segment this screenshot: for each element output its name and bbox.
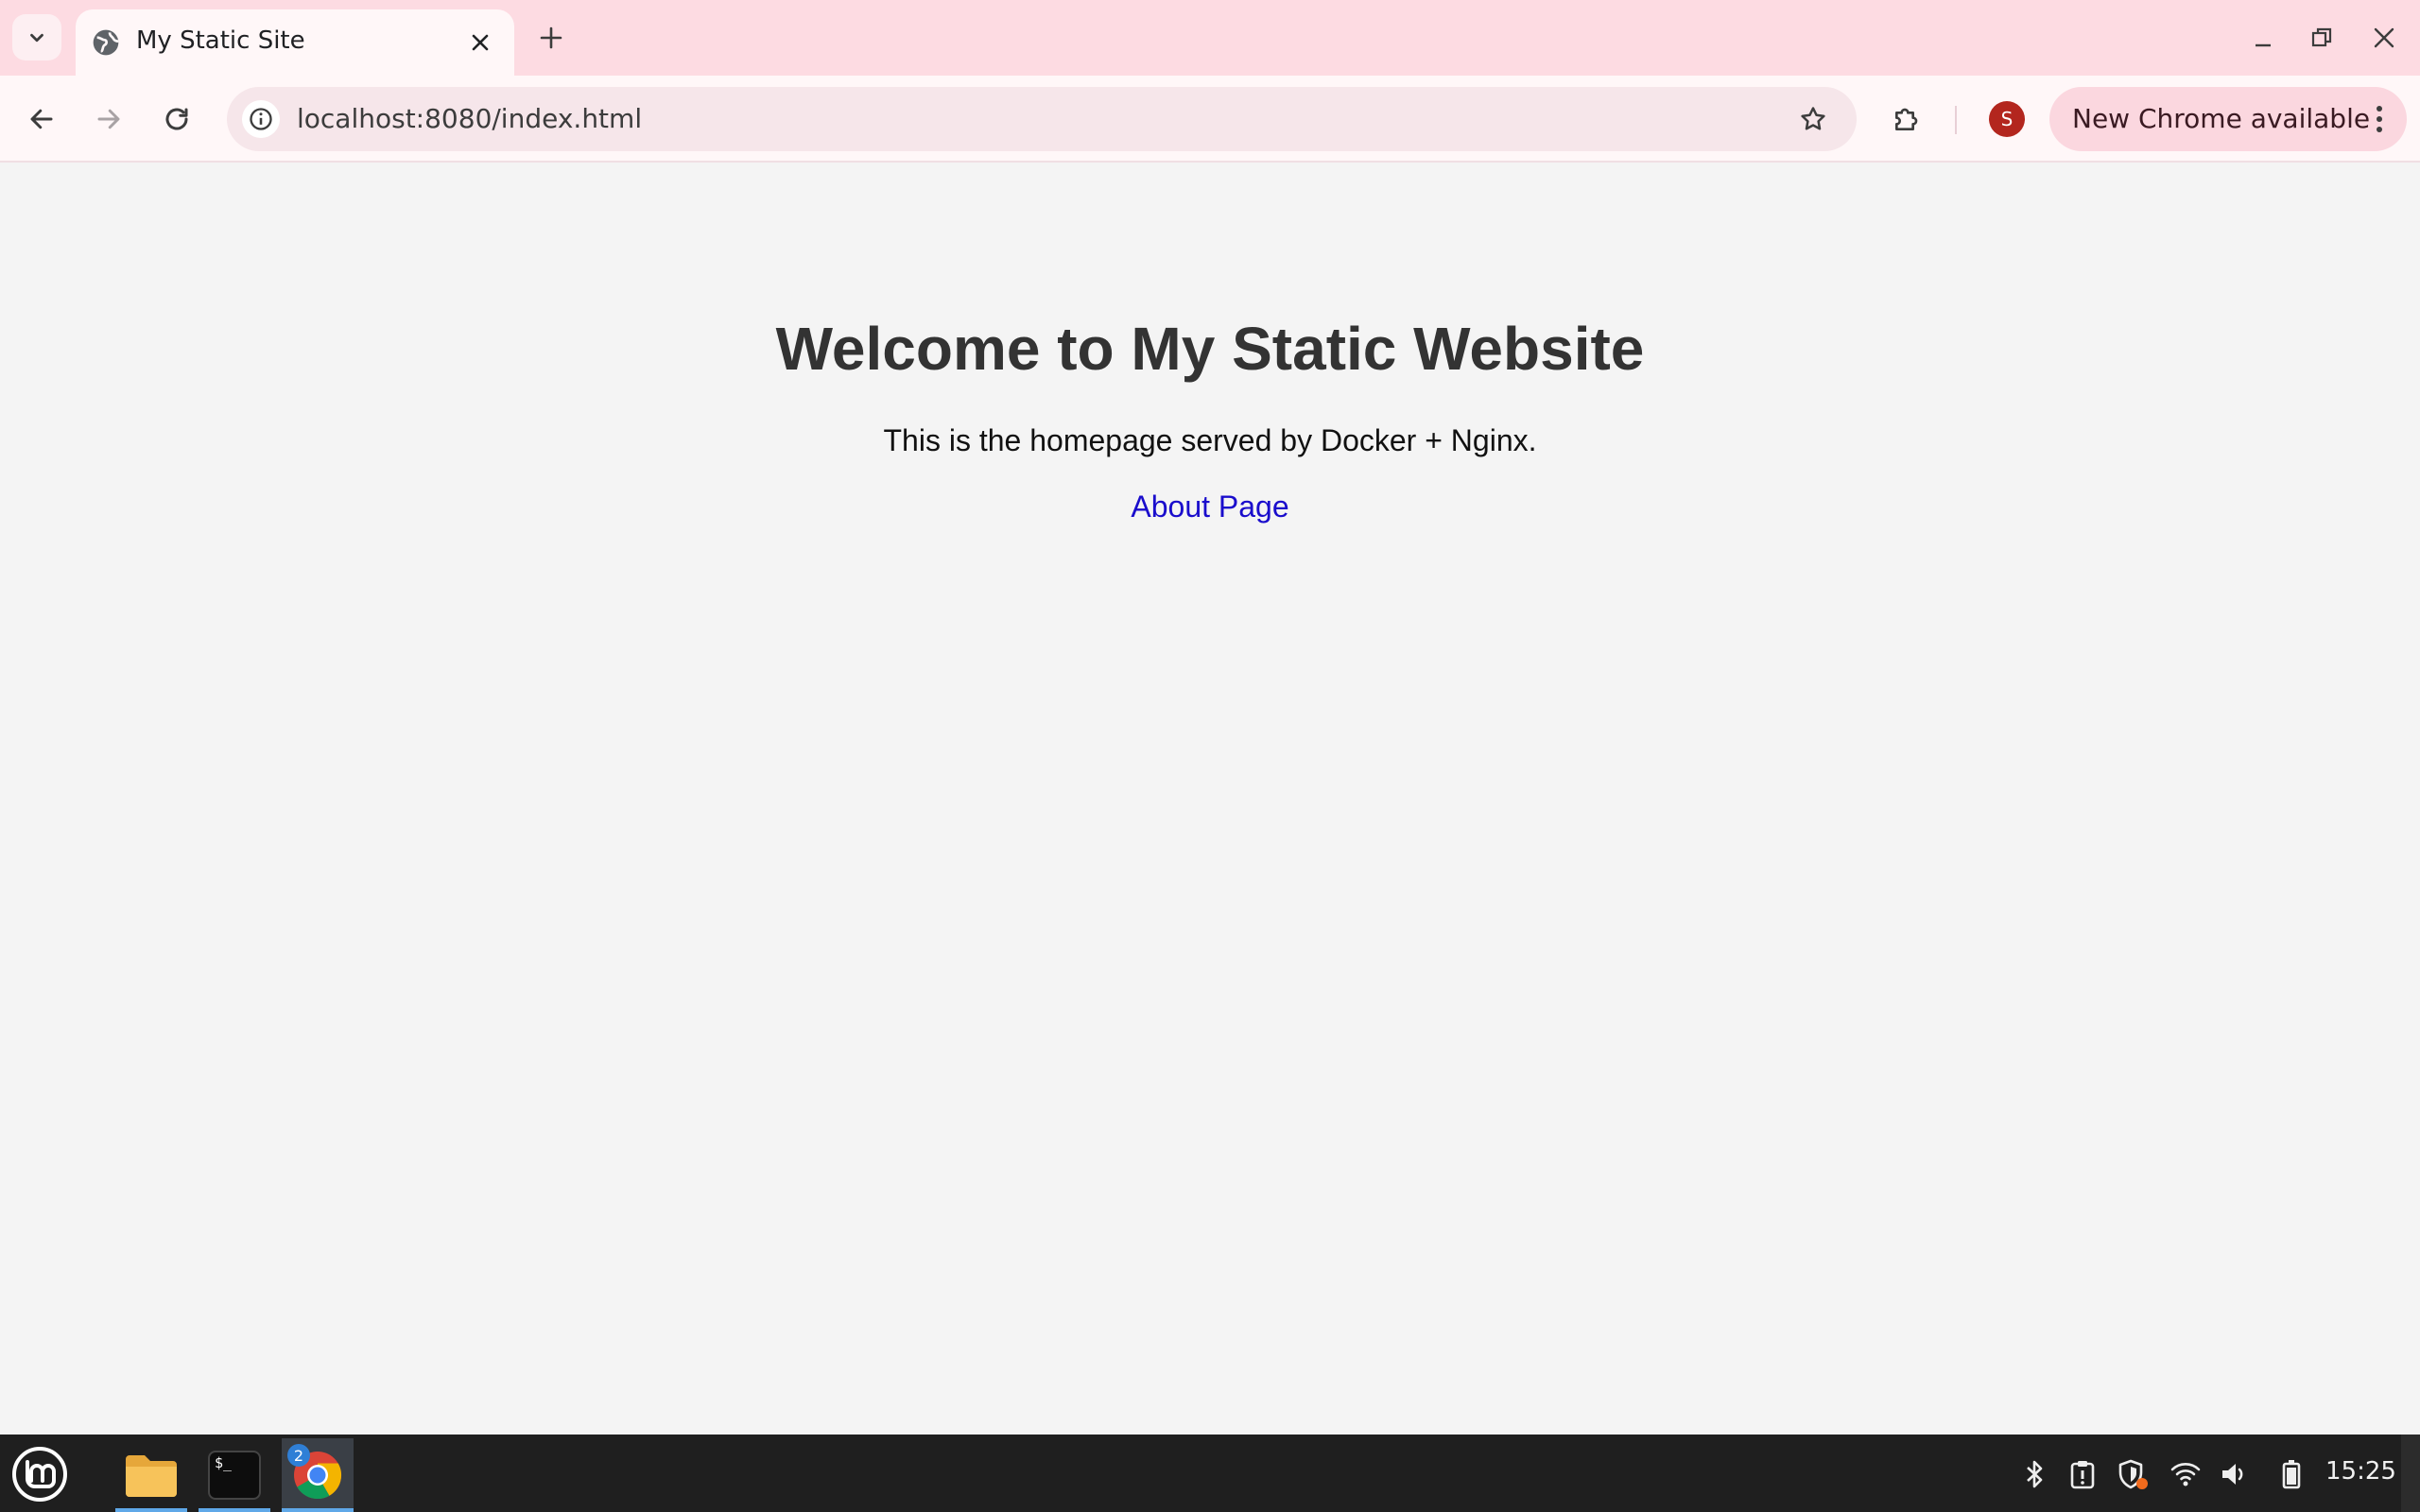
page-heading: Welcome to My Static Website (775, 315, 1645, 383)
arrow-left-icon (30, 109, 53, 129)
active-tab[interactable]: My Static Site (76, 9, 514, 76)
taskbar: $_ 2 15:25 (0, 1435, 2420, 1512)
start-menu-button[interactable] (9, 1444, 70, 1504)
taskbar-files-app[interactable] (115, 1438, 187, 1512)
tray-volume[interactable] (2216, 1455, 2254, 1493)
close-icon (472, 34, 489, 51)
extensions-button[interactable] (1884, 96, 1929, 142)
tab-search-button[interactable] (12, 14, 61, 60)
running-indicator (115, 1508, 187, 1512)
back-button[interactable] (19, 96, 64, 142)
restore-button[interactable] (2301, 17, 2342, 59)
tray-bluetooth[interactable] (2015, 1455, 2053, 1493)
about-page-link[interactable]: About Page (1131, 490, 1288, 524)
tab-strip: My Static Site (0, 0, 2420, 76)
folder-icon (126, 1455, 177, 1497)
tray-update-shield[interactable] (2114, 1455, 2152, 1493)
restore-icon (2311, 27, 2332, 47)
bookmark-button[interactable] (1794, 100, 1832, 138)
profile-avatar[interactable]: S (1989, 101, 2025, 137)
reload-button[interactable] (154, 96, 199, 142)
window-count-badge: 2 (287, 1444, 310, 1467)
volume-icon (2222, 1464, 2243, 1485)
page-viewport: Welcome to My Static Website This is the… (0, 163, 2420, 1435)
taskbar-terminal-app[interactable]: $_ (199, 1438, 270, 1512)
tab-close-button[interactable] (463, 26, 497, 60)
star-icon (1801, 107, 1825, 130)
show-desktop-button[interactable] (2401, 1435, 2420, 1512)
wifi-icon (2170, 1463, 2201, 1486)
terminal-icon: $_ (208, 1451, 261, 1500)
close-icon (2374, 27, 2394, 48)
chevron-down-icon (30, 33, 43, 42)
mint-logo-icon (12, 1447, 67, 1502)
bluetooth-icon (2027, 1460, 2043, 1488)
battery-icon (2282, 1460, 2301, 1489)
minimize-button[interactable] (2242, 17, 2284, 59)
update-chrome-button[interactable]: New Chrome available (2049, 87, 2407, 151)
taskbar-chrome-app[interactable]: 2 (282, 1438, 354, 1512)
puzzle-icon (1895, 108, 1918, 130)
browser-toolbar: localhost:8080/index.html S New Chrome a… (0, 76, 2420, 163)
clipboard-icon (2070, 1461, 2095, 1489)
update-chip-label: New Chrome available (2072, 103, 2371, 134)
kebab-menu-icon (2377, 106, 2382, 132)
tray-network[interactable] (2167, 1455, 2204, 1493)
running-indicator (199, 1508, 270, 1512)
address-bar[interactable]: localhost:8080/index.html (227, 87, 1857, 151)
reload-icon (165, 108, 188, 130)
tray-power[interactable] (2273, 1455, 2310, 1493)
taskbar-clock[interactable]: 15:25 (2325, 1457, 2396, 1486)
globe-icon (93, 29, 119, 56)
terminal-glyph: $_ (215, 1454, 233, 1471)
arrow-right-icon (97, 109, 120, 129)
minimize-icon (2256, 43, 2271, 47)
shield-icon (2118, 1459, 2148, 1489)
forward-button[interactable] (86, 96, 131, 142)
info-icon (250, 108, 272, 130)
browser-menu-button[interactable] (2365, 100, 2394, 138)
close-window-button[interactable] (2363, 17, 2405, 59)
address-url[interactable]: localhost:8080/index.html (297, 103, 642, 134)
plus-icon (540, 26, 562, 49)
tray-clipboard[interactable] (2064, 1455, 2101, 1493)
running-indicator (282, 1508, 354, 1512)
toolbar-divider (1955, 106, 1957, 134)
link-container: About Page (0, 490, 2420, 524)
tab-title: My Static Site (136, 26, 305, 55)
page-intro-text: This is the homepage served by Docker + … (883, 423, 1537, 457)
new-tab-button[interactable] (532, 19, 570, 57)
site-info-button[interactable] (242, 100, 280, 138)
